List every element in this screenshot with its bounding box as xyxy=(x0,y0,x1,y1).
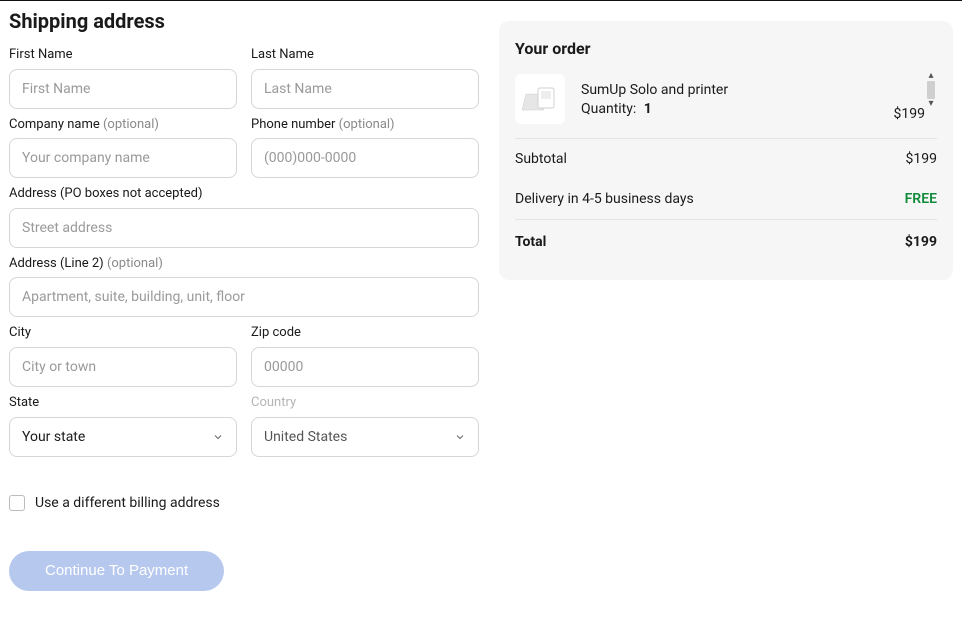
quantity-label: Quantity: xyxy=(581,101,636,117)
first-name-input[interactable] xyxy=(9,69,237,109)
different-billing-checkbox[interactable] xyxy=(9,495,25,511)
order-title: Your order xyxy=(515,39,937,58)
city-input[interactable] xyxy=(9,347,237,387)
order-summary: Your order SumUp Solo and printer Quanti… xyxy=(499,21,953,280)
address2-input[interactable] xyxy=(9,277,479,317)
scroll-thumb[interactable] xyxy=(927,81,935,99)
product-name: SumUp Solo and printer xyxy=(581,81,878,99)
total-row: Total $199 xyxy=(515,220,937,262)
first-name-label: First Name xyxy=(9,47,237,63)
arrow-up-icon[interactable]: ▴ xyxy=(928,72,933,80)
quantity-value: 1 xyxy=(644,101,652,117)
zip-input[interactable] xyxy=(251,347,479,387)
phone-input[interactable] xyxy=(251,138,479,178)
state-select[interactable]: Your state xyxy=(9,417,237,457)
delivery-row: Delivery in 4-5 business days FREE xyxy=(515,179,937,220)
card-reader-icon xyxy=(520,82,560,116)
order-item: SumUp Solo and printer Quantity: 1 $199 … xyxy=(515,74,937,139)
address2-label: Address (Line 2) (optional) xyxy=(9,256,479,272)
zip-label: Zip code xyxy=(251,325,479,341)
city-label: City xyxy=(9,325,237,341)
phone-label: Phone number (optional) xyxy=(251,117,479,133)
chevron-down-icon xyxy=(212,431,224,443)
subtotal-row: Subtotal $199 xyxy=(515,139,937,179)
company-input[interactable] xyxy=(9,138,237,178)
address-label: Address (PO boxes not accepted) xyxy=(9,186,479,202)
subtotal-value: $199 xyxy=(906,151,937,167)
country-selected-value: United States xyxy=(264,429,347,445)
state-selected-value: Your state xyxy=(22,429,85,445)
total-value: $199 xyxy=(905,234,937,250)
quantity-stepper[interactable]: ▴ ▾ xyxy=(923,72,939,108)
country-select[interactable]: United States xyxy=(251,417,479,457)
country-label: Country xyxy=(251,395,479,411)
chevron-down-icon xyxy=(454,431,466,443)
product-price: $199 xyxy=(894,106,925,122)
different-billing-label: Use a different billing address xyxy=(35,495,220,511)
delivery-label: Delivery in 4-5 business days xyxy=(515,191,694,207)
page-title: Shipping address xyxy=(9,9,479,33)
state-label: State xyxy=(9,395,237,411)
continue-to-payment-button[interactable]: Continue To Payment xyxy=(9,551,224,591)
last-name-label: Last Name xyxy=(251,47,479,63)
delivery-value: FREE xyxy=(905,191,937,207)
last-name-input[interactable] xyxy=(251,69,479,109)
product-thumbnail xyxy=(515,74,565,124)
address-input[interactable] xyxy=(9,208,479,248)
total-label: Total xyxy=(515,234,546,250)
company-label: Company name (optional) xyxy=(9,117,237,133)
subtotal-label: Subtotal xyxy=(515,151,567,167)
arrow-down-icon[interactable]: ▾ xyxy=(928,100,933,108)
